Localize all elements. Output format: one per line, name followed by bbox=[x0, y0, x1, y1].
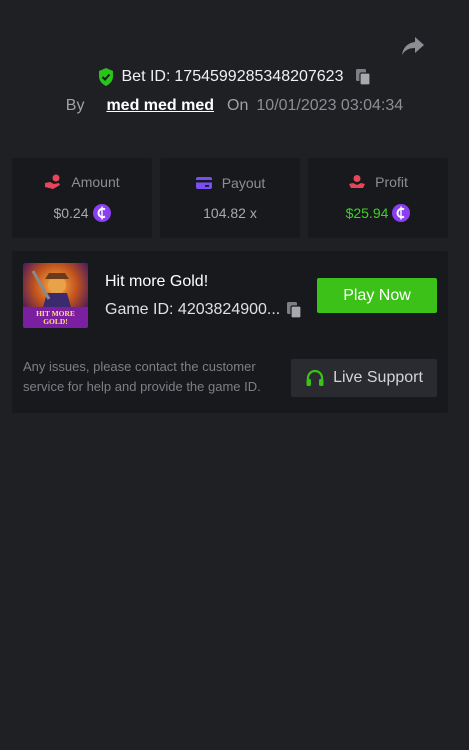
game-id-label: Game ID: bbox=[105, 301, 174, 318]
bet-owner-row: By med med med On 10/01/2023 03:04:34 bbox=[0, 97, 469, 115]
game-card: HIT MORE GOLD! Hit more Gold! Game ID: 4… bbox=[12, 251, 448, 413]
card-icon bbox=[195, 177, 212, 189]
payout-label: Payout bbox=[221, 175, 266, 191]
bet-id-row: Bet ID: 1754599285348207623 bbox=[0, 68, 469, 86]
live-support-label: Live Support bbox=[333, 369, 423, 386]
game-id-row: Game ID: 4203824900... bbox=[105, 301, 302, 319]
copy-game-id-icon[interactable] bbox=[286, 301, 302, 319]
play-now-button[interactable]: Play Now bbox=[317, 278, 437, 313]
support-help-text: Any issues, please contact the customer … bbox=[23, 359, 261, 394]
headset-icon bbox=[306, 369, 324, 386]
payout-value: 104.82 x bbox=[203, 205, 257, 221]
currency-coin-icon bbox=[392, 204, 411, 222]
copy-bet-id-icon[interactable] bbox=[355, 68, 372, 86]
bet-datetime: 10/01/2023 03:04:34 bbox=[256, 97, 404, 114]
bet-id-label: Bet ID: bbox=[121, 68, 171, 85]
game-thumbnail[interactable]: HIT MORE GOLD! bbox=[23, 263, 88, 328]
username-link[interactable]: med med med bbox=[106, 97, 214, 115]
profit-label: Profit bbox=[375, 174, 408, 190]
profit-hand-icon bbox=[349, 175, 366, 188]
shield-check-icon bbox=[98, 68, 113, 86]
bet-stats: Amount $0.24 Payout 104.82 x Profit $25.… bbox=[12, 158, 448, 238]
stat-payout: Payout 104.82 x bbox=[160, 158, 300, 238]
by-label: By bbox=[65, 97, 85, 114]
svg-text:GOLD!: GOLD! bbox=[43, 317, 68, 326]
game-title: Hit more Gold! bbox=[105, 273, 209, 290]
bet-detail-page: Bet ID: 1754599285348207623 By med med m… bbox=[0, 0, 469, 750]
stat-profit: Profit $25.94 bbox=[308, 158, 448, 238]
currency-coin-icon bbox=[92, 204, 111, 222]
amount-value: $0.24 bbox=[53, 205, 89, 221]
profit-value: $25.94 bbox=[345, 205, 389, 221]
stat-amount: Amount $0.24 bbox=[12, 158, 152, 238]
share-icon[interactable] bbox=[401, 36, 425, 56]
hand-coin-icon bbox=[45, 174, 61, 189]
game-id-value: 4203824900... bbox=[177, 301, 281, 318]
bet-id-value: 1754599285348207623 bbox=[174, 68, 344, 85]
on-label: On bbox=[227, 97, 249, 114]
amount-label: Amount bbox=[71, 174, 120, 190]
live-support-button[interactable]: Live Support bbox=[291, 359, 437, 397]
